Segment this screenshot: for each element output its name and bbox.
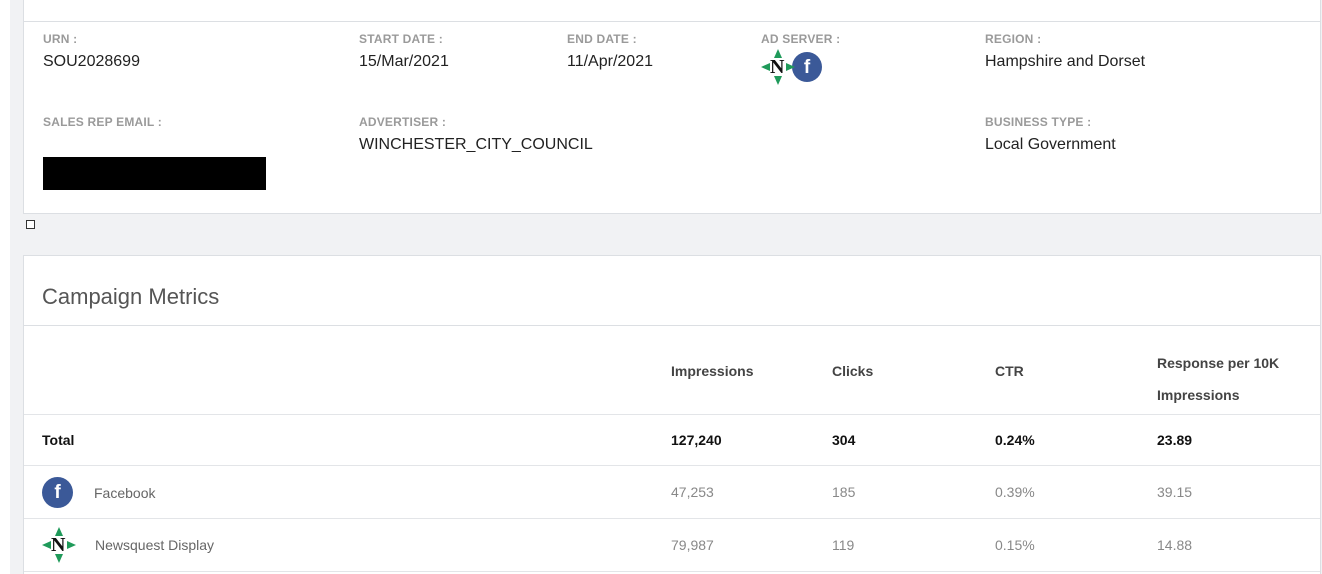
facebook-response: 39.15 [1157,484,1193,500]
region-field: REGION : Hampshire and Dorset [985,32,1145,71]
business-type-label: BUSINESS TYPE : [985,115,1092,129]
business-type-field: BUSINESS TYPE : Local Government [985,115,1116,154]
divider [24,21,1320,22]
row-label-facebook: f Facebook [42,477,155,508]
ad-server-label: AD SERVER : [761,32,841,46]
facebook-impressions: 47,253 [671,484,714,500]
advertiser-value: WINCHESTER_CITY_COUNCIL [359,136,593,153]
region-value: Hampshire and Dorset [985,53,1146,70]
facebook-icon: f [42,477,73,508]
redacted-email [43,157,266,190]
advertiser-field: ADVERTISER : WINCHESTER_CITY_COUNCIL [359,115,593,154]
table-header-row: Impressions Clicks CTR Response per 10K … [24,326,1320,415]
total-clicks: 304 [832,432,856,448]
total-impressions: 127,240 [671,432,722,448]
start-date-value: 15/Mar/2021 [359,53,449,70]
start-date-label: START DATE : [359,32,443,46]
newsquest-impressions: 79,987 [671,537,714,553]
col-response-line2: Impressions [1157,387,1240,403]
campaign-metrics-card: Campaign Metrics Impressions Clicks CTR … [23,255,1321,574]
facebook-icon: f [792,52,822,82]
end-date-field: END DATE : 11/Apr/2021 [567,32,653,71]
total-response: 23.89 [1157,432,1193,448]
row-label-text: Newsquest Display [95,537,215,553]
table-row: N Newsquest Display 79,987 119 0.15% 14.… [24,519,1320,572]
ad-server-icons: N f [761,49,840,85]
business-type-value: Local Government [985,136,1116,153]
newsquest-clicks: 119 [832,537,855,553]
total-label: Total [42,432,75,448]
total-ctr: 0.24% [995,432,1035,448]
end-date-value: 11/Apr/2021 [567,53,653,70]
newsquest-icon: N [761,49,795,85]
row-label-newsquest: N Newsquest Display [42,527,214,563]
col-response-line1: Response per 10K [1157,355,1280,371]
col-impressions[interactable]: Impressions [671,363,753,379]
newsquest-ctr: 0.15% [995,537,1035,553]
region-label: REGION : [985,32,1042,46]
start-date-field: START DATE : 15/Mar/2021 [359,32,449,71]
urn-field: URN : SOU2028699 [43,32,140,71]
left-strip [0,0,10,574]
checkbox[interactable] [26,220,35,229]
advertiser-label: ADVERTISER : [359,115,447,129]
urn-label: URN : [43,32,78,46]
ad-server-field: AD SERVER : N f [761,32,840,85]
newsquest-icon: N [42,527,76,563]
metrics-title: Campaign Metrics [42,284,220,309]
facebook-clicks: 185 [832,484,856,500]
col-ctr[interactable]: CTR [995,363,1024,379]
newsquest-response: 14.88 [1157,537,1193,553]
row-label-text: Facebook [94,484,156,501]
sales-rep-email-label: SALES REP EMAIL : [43,115,162,129]
facebook-ctr: 0.39% [995,484,1035,500]
table-row-total: Total 127,240 304 0.24% 23.89 [24,415,1320,466]
campaign-info-card: URN : SOU2028699 START DATE : 15/Mar/202… [23,0,1321,214]
urn-value: SOU2028699 [43,53,140,70]
sales-rep-email-field: SALES REP EMAIL : [43,115,162,129]
col-clicks[interactable]: Clicks [832,363,873,379]
table-row: f Facebook 47,253 185 0.39% 39.15 [24,466,1320,519]
end-date-label: END DATE : [567,32,637,46]
col-response[interactable]: Response per 10K Impressions [1157,347,1279,411]
